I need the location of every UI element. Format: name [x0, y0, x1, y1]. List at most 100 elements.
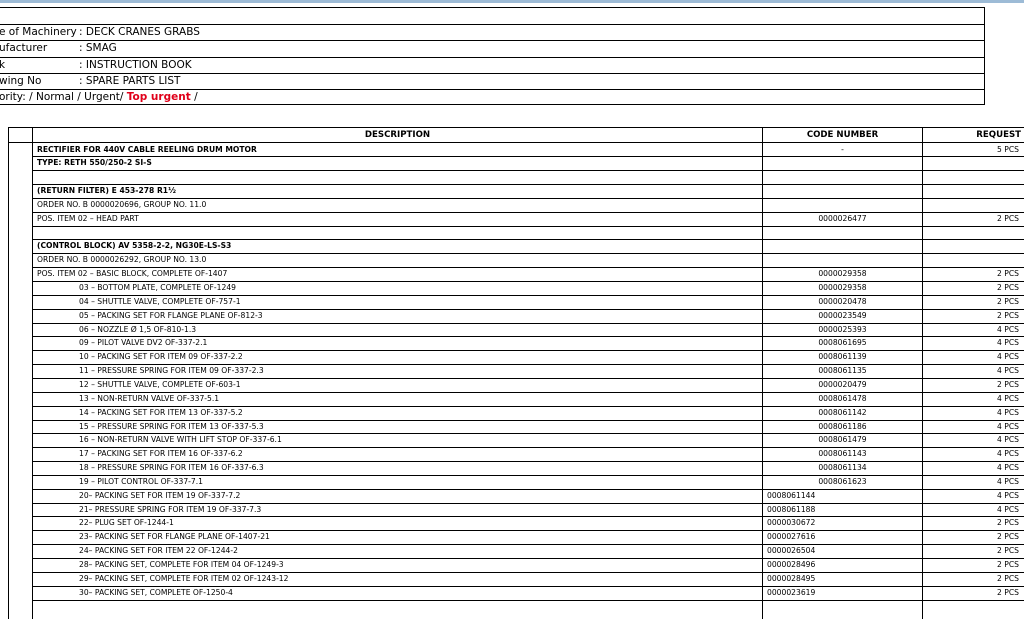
row-code-number: 0008061479 [818, 435, 867, 444]
row-description: 05 – PACKING SET FOR FLANGE PLANE OF-812… [79, 311, 263, 320]
row-code-number: 0008061188 [767, 505, 816, 514]
row-description: 21– PRESSURE SPRING FOR ITEM 19 OF-337-7… [79, 505, 262, 514]
row-code-number: 0000023549 [818, 311, 867, 320]
row-description: 20– PACKING SET FOR ITEM 19 OF-337-7.2 [79, 491, 241, 500]
row-code-number: 0000023619 [767, 588, 816, 597]
row-description [37, 226, 757, 239]
row-description: (RETURN FILTER) E 453-278 R1½ [37, 186, 176, 195]
row-description: 17 – PACKING SET FOR ITEM 16 OF-337-6.2 [79, 449, 243, 458]
info-row-priority: ority: / Normal / Urgent/ Top urgent / [0, 89, 984, 105]
row-code-number [763, 226, 922, 239]
row-code-number: 0000027616 [767, 532, 816, 541]
row-code-number: 0008061143 [818, 449, 867, 458]
row-description: 06 – NOZZLE Ø 1,5 OF-810-1.3 [79, 325, 197, 334]
priority-suffix: / [190, 91, 198, 103]
row-code-number: 0000026504 [767, 546, 816, 555]
info-row-drawing: wing No : SPARE PARTS LIST [0, 73, 984, 89]
row-requested-qty: 2 PCS [997, 380, 1019, 389]
row-code-number: 0008061478 [818, 394, 867, 403]
row-description: 15 – PRESSURE SPRING FOR ITEM 13 OF-337-… [79, 422, 264, 431]
row-description: 14 – PACKING SET FOR ITEM 13 OF-337-5.2 [79, 408, 243, 417]
row-divider [32, 600, 1024, 601]
row-code-number [763, 253, 922, 266]
row-requested-qty [923, 156, 1019, 169]
row-description: TYPE: RETH 550/250-2 SI-S [37, 158, 152, 167]
row-description: 29– PACKING SET, COMPLETE FOR ITEM 02 OF… [79, 574, 289, 583]
row-code-number: 0000028496 [767, 560, 816, 569]
row-requested-qty: 2 PCS [997, 546, 1019, 555]
info-label: wing No [0, 75, 42, 87]
info-row-manufacturer: ufacturer : SMAG [0, 40, 984, 56]
row-description: 11 – PRESSURE SPRING FOR ITEM 09 OF-337-… [79, 366, 264, 375]
row-requested-qty: 4 PCS [997, 352, 1019, 361]
row-requested-qty [923, 184, 1019, 197]
row-code-number: 0008061623 [818, 477, 867, 486]
row-description: POS. ITEM 02 – BASIC BLOCK, COMPLETE OF-… [37, 269, 228, 278]
row-code-number [763, 184, 922, 197]
info-value: : INSTRUCTION BOOK [79, 59, 192, 71]
row-code-number: 0000020478 [818, 297, 867, 306]
row-code-number: 0000029358 [818, 283, 867, 292]
row-requested-qty: 4 PCS [997, 463, 1019, 472]
row-code-number: 0008061144 [767, 491, 816, 500]
row-description: RECTIFIER FOR 440V CABLE REELING DRUM MO… [37, 145, 257, 154]
header-code-number: CODE NUMBER [806, 130, 879, 140]
row-code-number: 0000025393 [818, 325, 867, 334]
row-code-number: - [841, 145, 844, 154]
row-requested-qty: 4 PCS [997, 477, 1019, 486]
row-description: (CONTROL BLOCK) AV 5358-2-2, NG30E-LS-S3 [37, 241, 232, 250]
row-requested-qty: 4 PCS [997, 505, 1019, 514]
row-description: POS. ITEM 02 – HEAD PART [37, 214, 139, 223]
row-requested-qty: 2 PCS [997, 297, 1019, 306]
row-requested-qty [923, 198, 1019, 211]
row-requested-qty [923, 170, 1019, 183]
row-requested-qty: 4 PCS [997, 366, 1019, 375]
row-requested-qty: 2 PCS [997, 214, 1019, 223]
row-description: 04 – SHUTTLE VALVE, COMPLETE OF-757-1 [79, 297, 241, 306]
row-code-number [763, 156, 922, 169]
row-requested-qty: 4 PCS [997, 435, 1019, 444]
header-requested: REQUEST [976, 130, 1021, 140]
row-requested-qty: 2 PCS [997, 532, 1019, 541]
row-requested-qty: 2 PCS [997, 311, 1019, 320]
row-requested-qty: 4 PCS [997, 491, 1019, 500]
row-requested-qty: 4 PCS [997, 394, 1019, 403]
info-label: e of Machinery [0, 26, 77, 38]
info-value: : SMAG [79, 42, 117, 54]
row-code-number: 0000029358 [818, 269, 867, 278]
machinery-info-box: e of Machinery : DECK CRANES GRABS ufact… [0, 7, 985, 105]
row-description: ORDER NO. B 0000026292, GROUP NO. 13.0 [37, 255, 207, 264]
row-description: 28– PACKING SET, COMPLETE FOR ITEM 04 OF… [79, 560, 284, 569]
row-requested-qty: 4 PCS [997, 422, 1019, 431]
row-description: 23– PACKING SET FOR FLANGE PLANE OF-1407… [79, 532, 270, 541]
info-row-book: k : INSTRUCTION BOOK [0, 57, 984, 73]
row-code-number [763, 239, 922, 252]
row-code-number: 0008061135 [818, 366, 867, 375]
row-description: 30– PACKING SET, COMPLETE OF-1250-4 [79, 588, 233, 597]
priority-top-urgent: Top urgent [126, 91, 191, 103]
row-description: 03 – BOTTOM PLATE, COMPLETE OF-1249 [79, 283, 236, 292]
info-label: ufacturer [0, 42, 48, 54]
row-requested-qty: 2 PCS [997, 518, 1019, 527]
row-code-number: 0000020479 [818, 380, 867, 389]
row-requested-qty [923, 226, 1019, 239]
spare-parts-table: DESCRIPTION CODE NUMBER REQUEST RECTIFIE… [8, 127, 1024, 619]
row-code-number: 0000026477 [818, 214, 867, 223]
row-requested-qty: 4 PCS [997, 338, 1019, 347]
info-value: : SPARE PARTS LIST [79, 75, 181, 87]
row-code-number: 0008061695 [818, 338, 867, 347]
row-code-number [763, 198, 922, 211]
row-requested-qty: 2 PCS [997, 269, 1019, 278]
row-description: 19 – PILOT CONTROL OF-337-7.1 [79, 477, 203, 486]
row-code-number: 0000030672 [767, 518, 816, 527]
row-description: ORDER NO. B 0000020696, GROUP NO. 11.0 [37, 200, 207, 209]
row-requested-qty: 4 PCS [997, 449, 1019, 458]
row-description: 09 – PILOT VALVE DV2 OF-337-2.1 [79, 338, 208, 347]
row-description: 16 – NON-RETURN VALVE WITH LIFT STOP OF-… [79, 435, 282, 444]
header-description: DESCRIPTION [364, 130, 431, 140]
priority-prefix: ority: / Normal / Urgent/ [0, 91, 127, 103]
row-code-number: 0008061139 [818, 352, 867, 361]
row-requested-qty: 5 PCS [997, 145, 1019, 154]
row-requested-qty [923, 239, 1019, 252]
row-code-number: 0008061142 [818, 408, 867, 417]
